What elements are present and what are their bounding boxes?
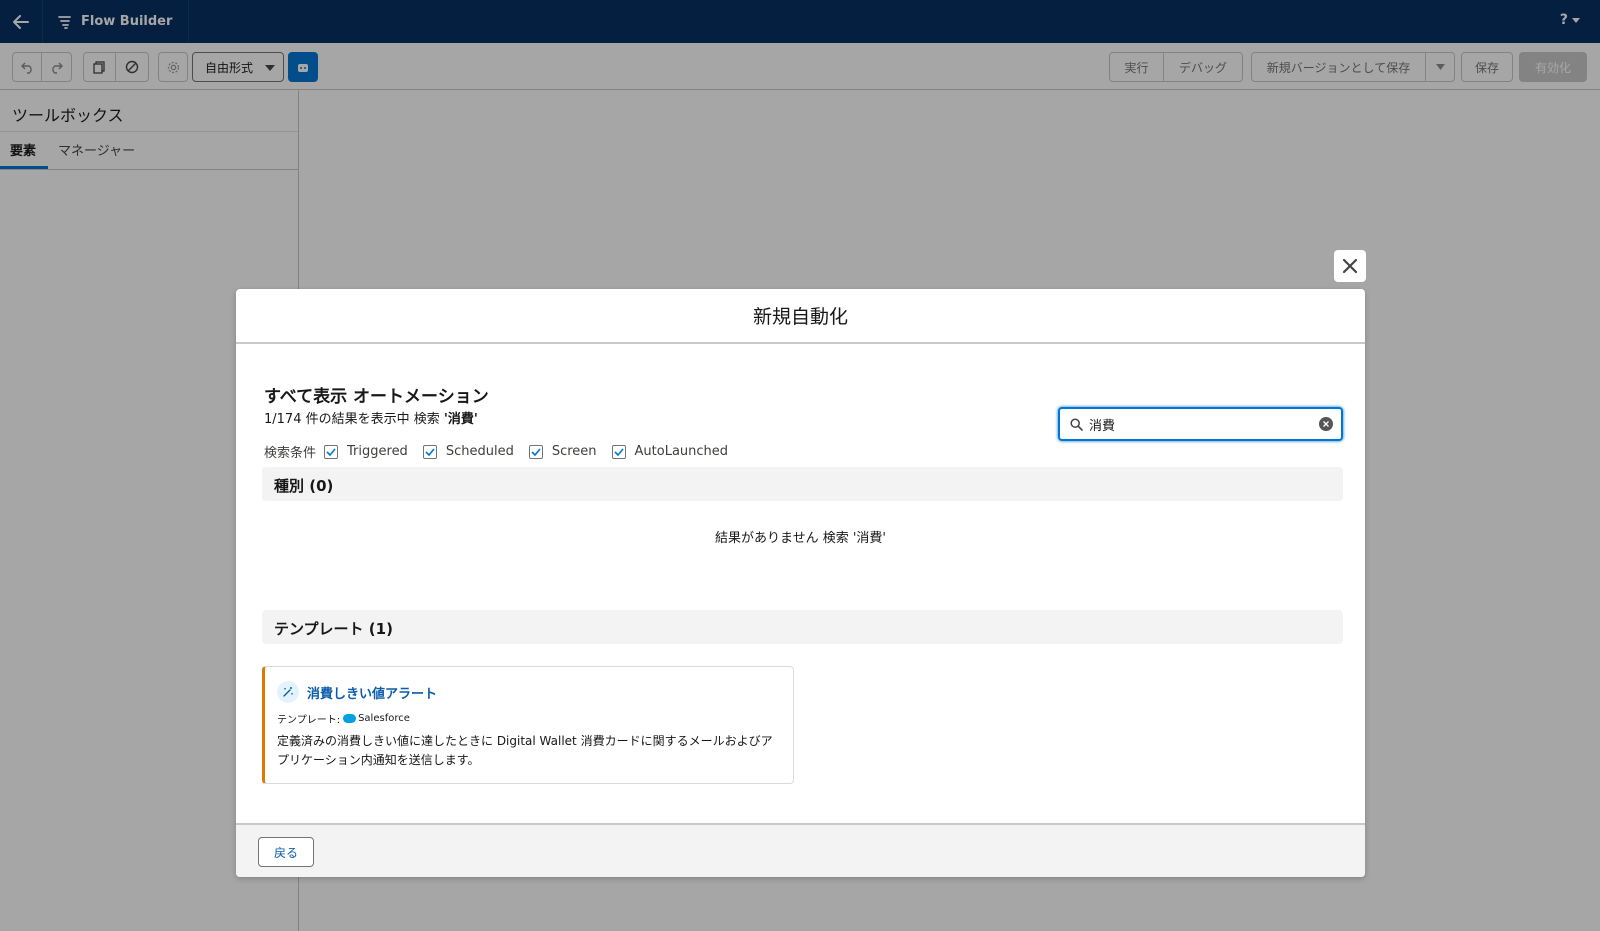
filter-autolaunched-label: AutoLaunched: [634, 444, 729, 459]
template-meta-prefix: テンプレート:: [277, 715, 341, 726]
checkbox-checked-icon: [324, 444, 339, 459]
close-icon: [1342, 258, 1358, 274]
filter-scheduled-label: Scheduled: [445, 444, 514, 459]
new-automation-modal: 新規自動化 すべて表示 オートメーション 1/174 件の結果を表示中 検索 '…: [236, 289, 1365, 877]
search-box: [1058, 407, 1343, 441]
search-input[interactable]: [1089, 416, 1309, 432]
results-heading: すべて表示 オートメーション: [264, 387, 489, 407]
templates-section-header: テンプレート (1): [262, 610, 1343, 644]
filter-screen-label: Screen: [551, 444, 597, 459]
template-card-meta: テンプレート: Salesforce: [277, 711, 410, 726]
template-card-title-row: 消費しきい値アラート: [277, 681, 437, 703]
back-button[interactable]: 戻る: [258, 837, 314, 867]
search-icon: [1070, 417, 1083, 431]
modal-title: 新規自動化: [236, 289, 1365, 344]
filter-screen-checkbox[interactable]: Screen: [528, 444, 597, 459]
filter-label: 検索条件: [264, 446, 317, 461]
template-card[interactable]: 消費しきい値アラート テンプレート: Salesforce 定義済みの消費しきい…: [262, 666, 794, 784]
salesforce-cloud-icon: [343, 714, 357, 723]
filter-group: 検索条件 Triggered Scheduled Screen AutoLaun…: [264, 442, 743, 461]
results-summary: 1/174 件の結果を表示中 検索 '消費': [264, 408, 478, 427]
filter-scheduled-checkbox[interactable]: Scheduled: [422, 444, 514, 459]
template-meta-source: Salesforce: [358, 713, 410, 724]
types-section-header: 種別 (0): [262, 467, 1343, 501]
results-summary-term: '消費': [443, 412, 478, 427]
magic-wand-icon: [277, 681, 299, 703]
checkbox-checked-icon: [528, 444, 543, 459]
close-icon: [1323, 421, 1329, 427]
checkbox-checked-icon: [611, 444, 626, 459]
filter-autolaunched-checkbox[interactable]: AutoLaunched: [611, 444, 729, 459]
clear-search-button[interactable]: [1319, 417, 1333, 431]
template-card-description: 定義済みの消費しきい値に達したときに Digital Wallet 消費カードに…: [277, 734, 773, 767]
filter-triggered-label: Triggered: [347, 444, 408, 459]
modal-body: すべて表示 オートメーション 1/174 件の結果を表示中 検索 '消費' 検索…: [236, 344, 1365, 813]
close-modal-button[interactable]: [1334, 250, 1366, 282]
results-summary-prefix: 1/174 件の結果を表示中 検索: [264, 412, 440, 427]
no-results-message: 結果がありません 検索 '消費': [714, 531, 887, 546]
template-card-title[interactable]: 消費しきい値アラート: [307, 683, 437, 702]
checkbox-checked-icon: [422, 444, 437, 459]
modal-footer: 戻る: [236, 823, 1365, 877]
filter-triggered-checkbox[interactable]: Triggered: [324, 444, 408, 459]
